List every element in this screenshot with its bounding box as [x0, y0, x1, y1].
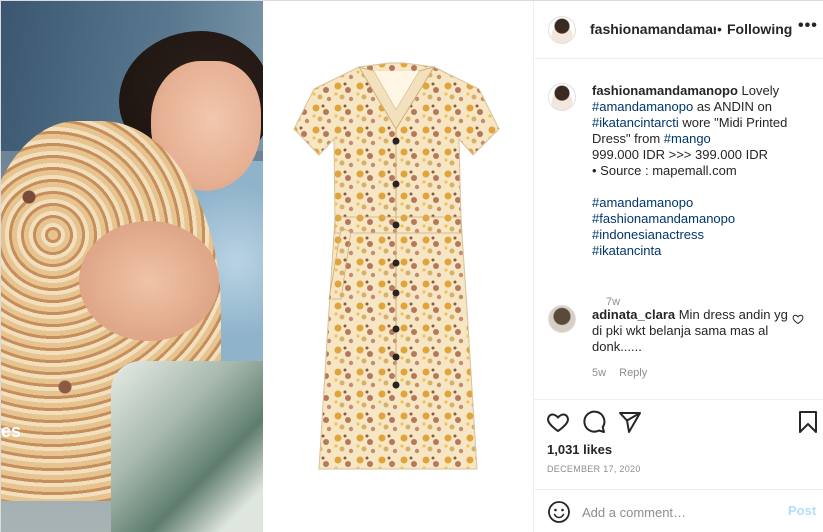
dress-illustration: [289, 59, 504, 479]
comment-timestamp[interactable]: 5w: [592, 367, 606, 379]
hashtag-link[interactable]: #indonesianactress: [592, 227, 818, 243]
post-side-panel: fashionamandamanopo • Following ••• fash…: [533, 1, 823, 532]
caption-source: • Source : mapemall.com: [592, 163, 737, 178]
save-bookmark-icon[interactable]: [796, 410, 820, 434]
add-comment-bar: Post: [534, 489, 823, 532]
comments-section[interactable]: fashionamandamanopo Lovely #amandamanopo…: [534, 59, 823, 399]
comment-input[interactable]: [582, 502, 772, 522]
reply-button[interactable]: Reply: [619, 367, 647, 379]
commenter-username[interactable]: adinata_clara: [592, 307, 675, 322]
photo-arm: [79, 221, 219, 341]
caption-username[interactable]: fashionamandamanopo: [592, 83, 738, 98]
following-button[interactable]: Following: [727, 21, 792, 37]
share-paper-plane-icon[interactable]: [618, 410, 642, 434]
caption-author-avatar[interactable]: [548, 83, 576, 111]
hashtag-link[interactable]: #amandamanopo: [592, 195, 818, 211]
emoji-smiley-icon[interactable]: [547, 500, 571, 524]
caption-text: fashionamandamanopo Lovely #amandamanopo…: [592, 83, 818, 259]
post-date[interactable]: DECEMBER 17, 2020: [547, 464, 641, 474]
hashtag-link[interactable]: #amandamanopo: [592, 99, 693, 114]
comment-bubble-icon[interactable]: [582, 410, 606, 434]
caption-price: 999.000 IDR >>> 399.000 IDR: [592, 147, 768, 162]
hashtag-link[interactable]: #fashionamandamanopo: [592, 211, 818, 227]
like-heart-icon[interactable]: [546, 410, 570, 434]
photo-overlay-text: es: [1, 421, 22, 441]
photo-actress-in-bed: es: [1, 1, 263, 532]
caption-text-part: as ANDIN on: [693, 99, 772, 114]
commenter-avatar[interactable]: [548, 305, 576, 333]
comment-meta: 5w Reply: [592, 367, 657, 379]
hashtag-link[interactable]: #ikatancintarcti: [592, 115, 679, 130]
photo-blanket: [111, 361, 263, 532]
post-actions: 1,031 likes DECEMBER 17, 2020: [534, 399, 823, 489]
more-options-icon[interactable]: •••: [798, 17, 818, 35]
hashtag-link[interactable]: #ikatancinta: [592, 243, 818, 259]
photo-product-dress: [263, 1, 533, 532]
hashtag-link[interactable]: #mango: [664, 131, 711, 146]
post-comment-button[interactable]: Post: [788, 503, 816, 518]
comment-like-heart-icon[interactable]: [792, 313, 804, 325]
post-media[interactable]: es: [1, 1, 533, 532]
author-username[interactable]: fashionamandamanopo: [590, 21, 716, 37]
likes-count[interactable]: 1,031 likes: [547, 442, 612, 457]
caption-text-part: Lovely: [737, 83, 780, 98]
comment-text: adinata_clara Min dress andin yg di pki …: [592, 307, 792, 355]
instagram-post: es fashionamandama • Following ••• fashi…: [0, 0, 823, 532]
post-header: fashionamandamanopo • Following •••: [534, 1, 823, 59]
header-separator: •: [717, 21, 722, 37]
author-avatar[interactable]: [548, 16, 576, 44]
